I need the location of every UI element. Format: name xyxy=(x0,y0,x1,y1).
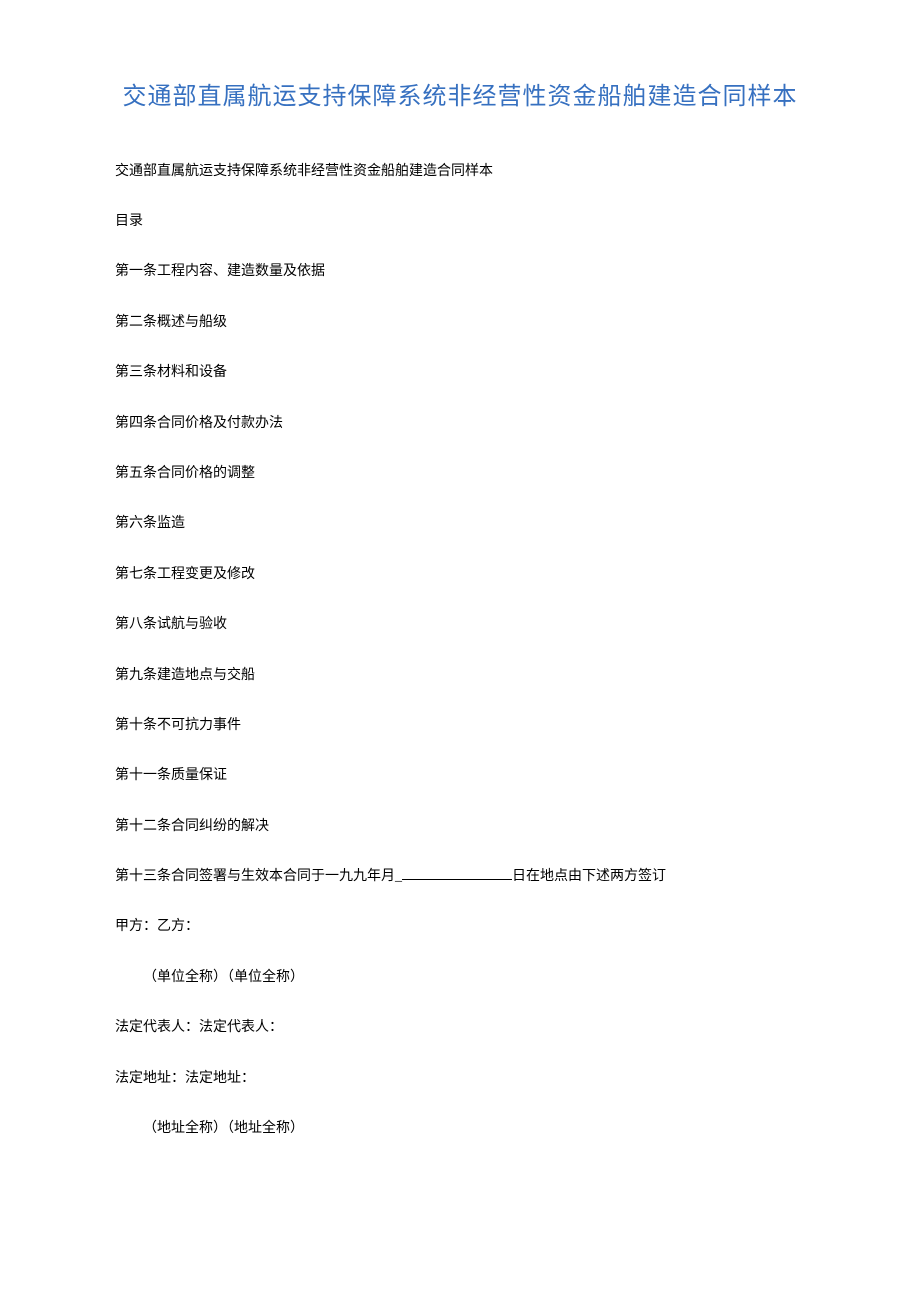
article-7: 第七条工程变更及修改 xyxy=(115,564,805,586)
article-11: 第十一条质量保证 xyxy=(115,765,805,787)
article-4: 第四条合同价格及付款办法 xyxy=(115,413,805,435)
article-3: 第三条材料和设备 xyxy=(115,362,805,384)
legal-representatives: 法定代表人：法定代表人： xyxy=(115,1017,805,1039)
article-1: 第一条工程内容、建造数量及依据 xyxy=(115,261,805,283)
legal-addresses: 法定地址：法定地址： xyxy=(115,1068,805,1090)
article-2: 第二条概述与船级 xyxy=(115,312,805,334)
subtitle: 交通部直属航运支持保障系统非经营性资金船舶建造合同样本 xyxy=(115,161,805,183)
article-13: 第十三条合同签署与生效本合同于一九九年月_ 日在地点由下述两方签订 xyxy=(115,866,805,888)
unit-names: （单位全称）（单位全称） xyxy=(115,967,805,989)
document-body: 交通部直属航运支持保障系统非经营性资金船舶建造合同样本 目录 第一条工程内容、建… xyxy=(115,161,805,1141)
article-8: 第八条试航与验收 xyxy=(115,614,805,636)
parties: 甲方：乙方： xyxy=(115,916,805,938)
blank-underline xyxy=(402,866,512,880)
article-13-prefix: 第十三条合同签署与生效本合同于一九九年月_ xyxy=(115,869,402,884)
toc-label: 目录 xyxy=(115,211,805,233)
article-9: 第九条建造地点与交船 xyxy=(115,665,805,687)
article-12: 第十二条合同纠纷的解决 xyxy=(115,816,805,838)
address-names: （地址全称）（地址全称） xyxy=(115,1118,805,1140)
article-6: 第六条监造 xyxy=(115,513,805,535)
article-5: 第五条合同价格的调整 xyxy=(115,463,805,485)
document-title: 交通部直属航运支持保障系统非经营性资金船舶建造合同样本 xyxy=(115,75,805,121)
article-13-suffix: 日在地点由下述两方签订 xyxy=(512,869,666,884)
article-10: 第十条不可抗力事件 xyxy=(115,715,805,737)
